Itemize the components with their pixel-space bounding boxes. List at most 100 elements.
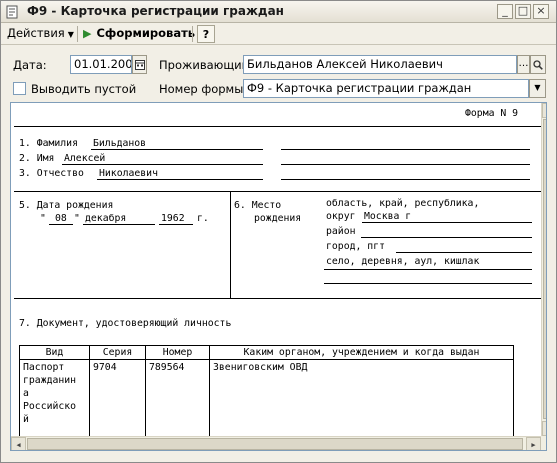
- document-kind-line: й: [23, 414, 29, 425]
- table-header-row: Вид Серия Номер Каким органом, учреждени…: [19, 345, 514, 360]
- actions-label: Действия: [7, 26, 65, 40]
- table-row: Паспорт гражданин а Российско й 9704 789…: [19, 359, 514, 440]
- search-button[interactable]: [530, 55, 546, 74]
- district-label: округ: [326, 211, 356, 222]
- document-number-cell: 789564: [145, 359, 210, 440]
- document-issued-by-cell: Звениговским ОВД: [209, 359, 514, 440]
- column-header: Каким органом, учреждением и когда выдан: [209, 345, 514, 360]
- underline: [281, 179, 530, 180]
- date-label: Дата:: [13, 58, 47, 72]
- underline: [324, 269, 532, 270]
- region-label: область, край, республика,: [326, 198, 480, 209]
- divider: [14, 298, 541, 299]
- form-number-label: Номер формы:: [159, 82, 248, 96]
- form-number-caption: Форма N 9: [465, 108, 519, 119]
- resident-field[interactable]: Бильданов Алексей Николаевич: [243, 55, 517, 74]
- underline: [159, 224, 193, 225]
- city-label: город, пгт: [326, 241, 385, 252]
- document-label: 7. Документ, удостоверяющий личность: [19, 318, 232, 329]
- ellipsis-icon: …: [518, 58, 529, 69]
- generate-button[interactable]: ▶ Сформировать: [83, 25, 195, 43]
- year-suffix: г.: [197, 213, 209, 224]
- chevron-down-icon: ▼: [67, 30, 74, 39]
- toolbar-separator: [192, 26, 193, 42]
- underline: [281, 149, 530, 150]
- document-kind-line: Российско: [23, 401, 77, 412]
- surname-value: Бильданов: [93, 138, 147, 149]
- column-header: Вид: [19, 345, 90, 360]
- document-kind-line: а: [23, 388, 29, 399]
- report-window: Ф9 - Карточка регистрации граждан _ □ × …: [0, 0, 557, 463]
- document-kind-line: Паспорт: [23, 362, 65, 373]
- quote-close: ": [74, 213, 80, 224]
- chevron-down-icon: ▼: [534, 83, 541, 92]
- document-kind-line: гражданин: [23, 375, 77, 386]
- divider: [14, 191, 541, 192]
- patronymic-label: 3. Отчество: [19, 168, 84, 179]
- underline: [83, 224, 155, 225]
- calendar-icon: [134, 60, 145, 70]
- calendar-button[interactable]: [132, 55, 147, 74]
- horizontal-scrollbar[interactable]: ◀ ▶: [11, 436, 541, 450]
- column-header: Серия: [89, 345, 146, 360]
- generate-label: Сформировать: [96, 26, 196, 40]
- form-number-select[interactable]: Ф9 - Карточка регистрации граждан: [243, 79, 529, 98]
- underline: [324, 283, 532, 284]
- surname-label: 1. Фамилия: [19, 138, 78, 149]
- underline: [91, 149, 263, 150]
- document-series-cell: 9704: [89, 359, 146, 440]
- birth-year: 1962: [161, 213, 185, 224]
- ellipsis-button[interactable]: …: [517, 55, 530, 74]
- birth-place-label-2: рождения: [254, 213, 302, 224]
- output-empty-checkbox[interactable]: [13, 82, 26, 95]
- output-empty-label: Выводить пустой: [31, 82, 137, 96]
- form-number-dropdown-button[interactable]: ▼: [529, 79, 546, 98]
- divider: [230, 191, 231, 298]
- district-value: Москва г: [364, 211, 412, 222]
- underline: [49, 224, 73, 225]
- scroll-corner: [541, 436, 546, 450]
- horizontal-scroll-thumb[interactable]: [27, 438, 523, 450]
- resident-label: Проживающий:: [159, 58, 253, 72]
- search-icon: [533, 60, 543, 70]
- title-bar: Ф9 - Карточка регистрации граждан _ □ ×: [1, 1, 556, 23]
- birth-place-label-1: 6. Место: [234, 200, 282, 211]
- rayon-label: район: [326, 226, 356, 237]
- birth-date-label: 5. Дата рождения: [19, 200, 114, 211]
- scroll-down-icon[interactable]: ▼: [542, 421, 546, 436]
- name-label: 2. Имя: [19, 153, 55, 164]
- scroll-up-icon[interactable]: ▲: [542, 103, 546, 118]
- underline: [281, 164, 530, 165]
- play-icon: ▶: [83, 27, 92, 40]
- help-button[interactable]: ?: [197, 25, 215, 43]
- name-value: Алексей: [64, 153, 106, 164]
- underline: [362, 222, 532, 223]
- toolbar: Действия ▼ ▶ Сформировать ?: [1, 23, 556, 45]
- underline: [62, 164, 263, 165]
- vertical-scrollbar[interactable]: ▲ ▼: [541, 103, 546, 436]
- underline: [396, 252, 532, 253]
- birth-month: декабря: [85, 213, 127, 224]
- actions-menu-button[interactable]: Действия ▼: [7, 25, 74, 43]
- toolbar-separator: [77, 26, 78, 42]
- date-field[interactable]: 01.01.2009: [70, 55, 132, 74]
- divider: [14, 126, 541, 127]
- window-title: Ф9 - Карточка регистрации граждан: [27, 4, 284, 18]
- village-label: село, деревня, аул, кишлак: [326, 256, 480, 267]
- document-icon: [6, 5, 18, 19]
- maximize-button[interactable]: □: [515, 4, 531, 19]
- scroll-right-icon[interactable]: ▶: [526, 437, 541, 450]
- close-button[interactable]: ×: [533, 4, 549, 19]
- document-kind-cell: Паспорт гражданин а Российско й: [19, 359, 90, 440]
- scroll-left-icon[interactable]: ◀: [11, 437, 26, 450]
- document-table: Вид Серия Номер Каким органом, учреждени…: [19, 345, 514, 440]
- underline: [361, 237, 532, 238]
- minimize-button[interactable]: _: [497, 4, 513, 19]
- vertical-scroll-thumb[interactable]: [543, 119, 546, 419]
- column-header: Номер: [145, 345, 210, 360]
- report-area[interactable]: Форма N 9 1. Фамилия Бильданов 2. Имя Ал…: [10, 102, 547, 451]
- birth-day: 08: [55, 213, 67, 224]
- patronymic-value: Николаевич: [99, 168, 158, 179]
- underline: [97, 179, 263, 180]
- quote-open: ": [40, 213, 46, 224]
